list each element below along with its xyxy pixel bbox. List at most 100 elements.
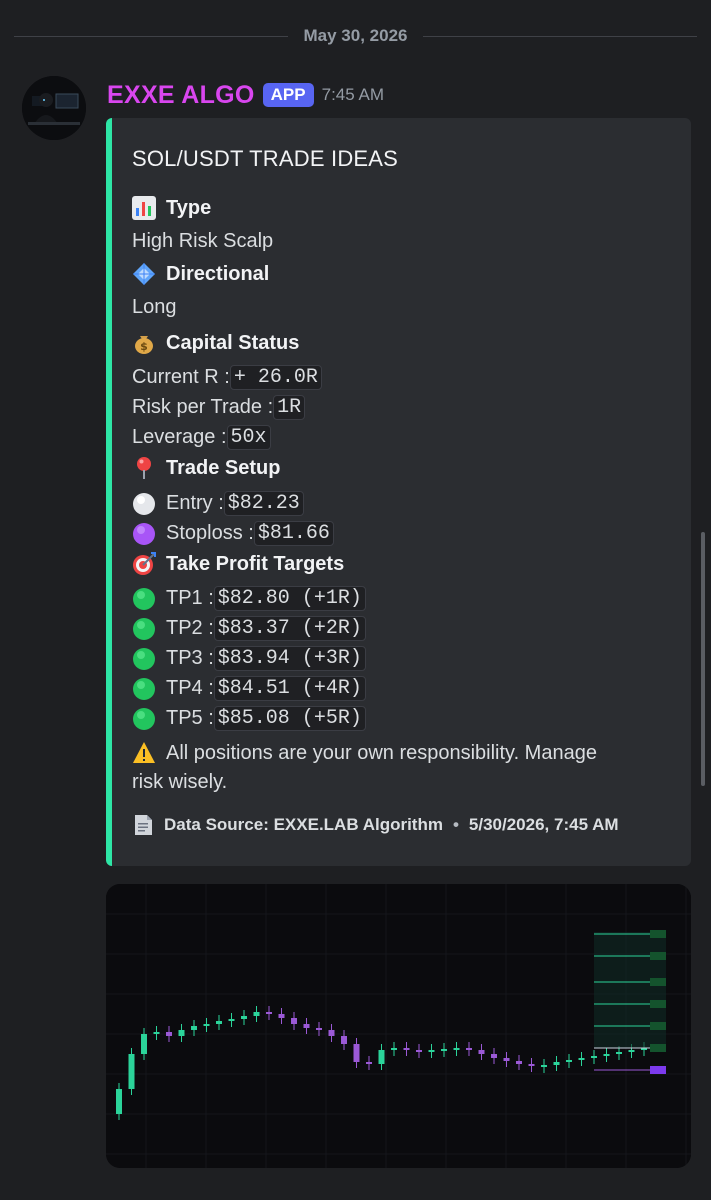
stoploss-label: Stoploss : (166, 522, 254, 544)
purple-circle-icon (132, 522, 156, 546)
tp1-row: TP1 : $82.80 (+1R) (132, 586, 366, 611)
candle-body (628, 1050, 635, 1052)
candle-body (553, 1062, 560, 1065)
level-tag (650, 1044, 666, 1052)
type-value: High Risk Scalp (132, 230, 274, 252)
candlestick-chart-image (106, 884, 691, 1168)
candle-body (316, 1028, 322, 1030)
green-circle-icon (132, 707, 156, 731)
footer-separator: • (452, 815, 459, 834)
tp1-label: TP1 : (166, 587, 214, 609)
tp5-row: TP5 : $85.08 (+5R) (132, 706, 366, 731)
bar-chart-icon (132, 196, 156, 220)
warning-text-line1: All positions are your own responsibilit… (166, 741, 597, 764)
candle-body (478, 1050, 485, 1054)
trade-embed: SOL/USDT TRADE IDEAS Type High Risk Scal… (106, 118, 691, 866)
entry-value: $82.23 (223, 491, 304, 516)
scrollbar[interactable] (701, 532, 705, 786)
leverage-value: 50x (226, 425, 271, 450)
candle-body (566, 1060, 572, 1062)
type-label: Type (166, 196, 212, 219)
risk-value: 1R (273, 395, 306, 420)
avatar[interactable] (22, 76, 86, 140)
stoploss-value: $81.66 (253, 521, 334, 546)
chart-image-attachment[interactable] (106, 884, 691, 1168)
candle-body (241, 1016, 247, 1019)
level-tag (650, 930, 666, 938)
tp4-value: $84.51 (+4R) (213, 676, 366, 701)
candle-body (453, 1048, 460, 1050)
candle-body (141, 1034, 147, 1054)
candle-body (578, 1058, 585, 1060)
diamond-shape-icon (132, 262, 156, 286)
candle-body (191, 1026, 197, 1030)
message-timestamp[interactable]: 7:45 AM (322, 85, 384, 105)
tp4-label: TP4 : (166, 677, 214, 699)
candle-body (616, 1052, 622, 1054)
candle-body (128, 1054, 135, 1089)
capital-label: Capital Status (166, 331, 300, 354)
tp2-row: TP2 : $83.37 (+2R) (132, 616, 366, 641)
current-r-label: Current R : (132, 366, 230, 388)
capital-field: $ Capital Status (132, 331, 299, 355)
candle-body (416, 1050, 422, 1052)
tp3-value: $83.94 (+3R) (213, 646, 366, 671)
tp5-label: TP5 : (166, 707, 214, 729)
level-tag (650, 1066, 666, 1074)
candle-body (403, 1048, 410, 1050)
candle-body (166, 1032, 172, 1036)
candle-body (278, 1014, 285, 1018)
app-badge: APP (262, 83, 314, 107)
level-tag (650, 978, 666, 986)
entry-row: Entry : $82.23 (132, 491, 304, 516)
candle-body (491, 1054, 497, 1058)
setup-field: Trade Setup (132, 456, 280, 480)
embed-footer: Data Source: EXXE.LAB Algorithm • 5/30/2… (132, 814, 619, 836)
candle-body (503, 1058, 510, 1061)
divider-line-right (423, 35, 697, 37)
candle-body (203, 1024, 210, 1026)
candle-body (116, 1089, 122, 1114)
candle-body (391, 1048, 397, 1050)
message-header: EXXE ALGO APP 7:45 AM (107, 78, 384, 112)
targets-label: Take Profit Targets (166, 552, 345, 575)
candle-body (541, 1065, 547, 1067)
directional-value-row: Long (132, 296, 177, 319)
document-icon (132, 814, 154, 836)
green-circle-icon (132, 647, 156, 671)
green-circle-icon (132, 677, 156, 701)
candle-body (528, 1064, 535, 1066)
directional-value: Long (132, 296, 177, 318)
tp1-value: $82.80 (+1R) (213, 586, 366, 611)
setup-label: Trade Setup (166, 456, 281, 479)
tp2-label: TP2 : (166, 617, 214, 639)
level-tag (650, 1000, 666, 1008)
current-r-value: + 26.0R (229, 365, 322, 390)
money-bag-icon: $ (132, 331, 156, 355)
type-value-row: High Risk Scalp (132, 230, 273, 253)
tp-zone (594, 932, 666, 1048)
footer-source: Data Source: EXXE.LAB Algorithm (164, 815, 443, 834)
footer-timestamp: 5/30/2026, 7:45 AM (468, 815, 619, 834)
date-divider-text: May 30, 2026 (303, 26, 408, 45)
green-circle-icon (132, 617, 156, 641)
candle-body (466, 1048, 472, 1050)
date-divider: May 30, 2026 (14, 22, 697, 50)
entry-label: Entry : (166, 492, 224, 514)
pushpin-icon (132, 456, 156, 480)
warning-row-2: risk wisely. (132, 771, 227, 794)
targets-field: Take Profit Targets (132, 552, 344, 576)
candle-body (341, 1036, 347, 1044)
embed-title: SOL/USDT TRADE IDEAS (132, 146, 399, 171)
leverage-label: Leverage : (132, 426, 227, 448)
risk-row: Risk per Trade : 1R (132, 395, 306, 420)
candle-body (266, 1012, 272, 1014)
type-field: Type (132, 196, 211, 220)
warning-text-line2: risk wisely. (132, 771, 228, 793)
directional-field: Directional (132, 262, 269, 286)
username[interactable]: EXXE ALGO (107, 81, 255, 110)
candle-body (291, 1018, 297, 1024)
leverage-row: Leverage : 50x (132, 425, 271, 450)
warning-icon (132, 741, 156, 765)
divider-line-left (14, 35, 288, 37)
